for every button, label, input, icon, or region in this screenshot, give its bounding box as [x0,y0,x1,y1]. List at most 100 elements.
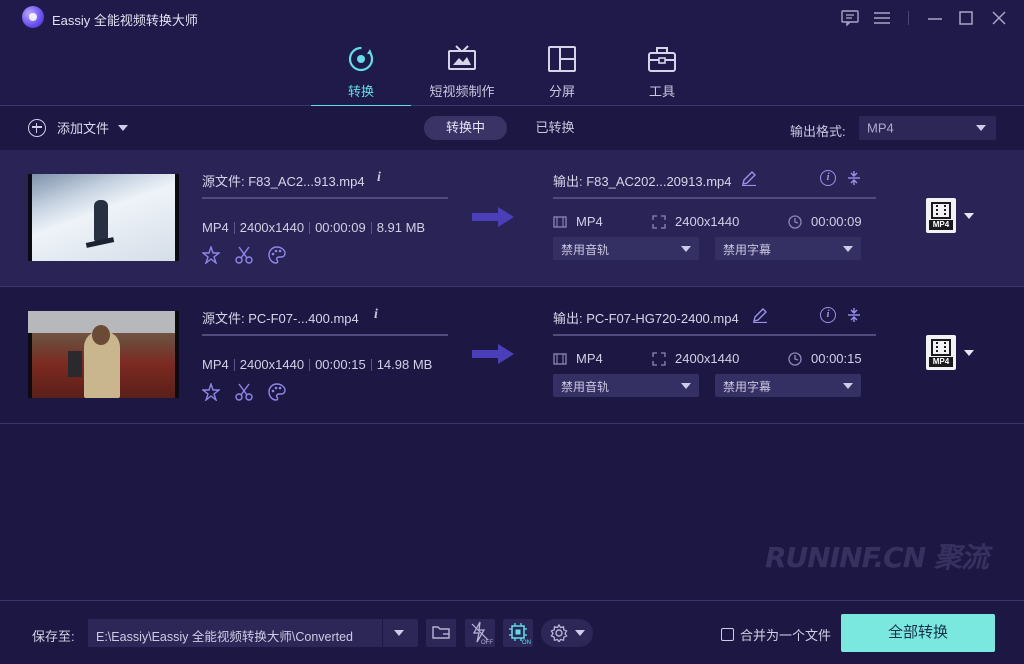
palette-icon[interactable] [268,246,286,264]
open-folder-button[interactable] [426,619,456,647]
rename-icon[interactable] [752,307,768,324]
tab-convert-label: 转换 [347,84,374,99]
gpu-accel-on-button[interactable]: ON [503,619,533,647]
folder-icon [432,624,450,643]
merge-checkbox[interactable]: 合并为一个文件 [721,625,831,644]
info-icon[interactable]: i [374,307,378,323]
output-filename: 输出: F83_AC202...20913.mp4 [553,174,732,189]
convert-icon [345,44,377,74]
tab-mv[interactable]: 短视频制作 [420,36,504,106]
feedback-icon[interactable] [839,7,861,29]
output-duration: 00:00:09 [811,214,862,229]
output-info-icon[interactable]: i [820,307,836,323]
edit-tools [201,381,301,403]
maximize-icon[interactable] [955,7,977,29]
tab-collage-label: 分屏 [548,84,575,99]
title-bar: Eassiy 全能视频转换大师 [0,0,1024,36]
add-file-label: 添加文件 [57,121,110,136]
save-path-value: E:\Eassiy\Eassiy 全能视频转换大师\Converted [96,630,354,644]
main-nav: 转换 短视频制作 分屏 工具 [0,36,1024,107]
video-thumbnail[interactable] [28,311,179,398]
info-icon[interactable]: i [377,170,381,186]
chevron-down-icon[interactable] [964,213,974,219]
chevron-down-icon [681,383,691,389]
output-info-icon[interactable]: i [820,170,836,186]
audio-track-value: 禁用音轨 [561,380,610,394]
output-resolution: 2400x1440 [675,214,740,229]
chevron-down-icon [575,630,585,636]
source-format: MP4 [202,357,229,372]
source-resolution: 2400x1440 [239,357,305,372]
film-icon [931,202,951,219]
divider [202,197,448,199]
add-file-button[interactable]: 添加文件 [28,118,129,137]
subtitle-select[interactable]: 禁用字幕 [715,374,861,397]
source-filename: 源文件: F83_AC2...913.mp4 [202,174,365,189]
checkbox[interactable] [721,628,734,641]
watermark: RUNINF.CN 聚流 [765,541,989,574]
source-meta: MP4 2400x1440 00:00:09 8.91 MB [202,220,425,235]
subtitle-select[interactable]: 禁用字幕 [715,237,861,260]
source-filename: 源文件: PC-F07-...400.mp4 [202,311,359,326]
convert-all-button[interactable]: 全部转换 [841,614,995,652]
enhance-icon[interactable] [201,381,221,403]
compress-icon[interactable] [846,170,862,186]
hw-accel-off-button[interactable]: OFF [465,619,495,647]
source-meta: MP4 2400x1440 00:00:15 14.98 MB [202,357,432,372]
tab-toolbox[interactable]: 工具 [630,36,694,106]
divider [553,197,876,199]
output-format-badge[interactable]: MP4 [926,198,956,233]
tab-convert[interactable]: 转换 [311,36,411,107]
tab-converted[interactable]: 已转换 [520,116,590,140]
palette-icon[interactable] [268,383,286,401]
subtitle-value: 禁用字幕 [723,243,772,257]
video-thumbnail[interactable] [28,174,179,261]
audio-track-select[interactable]: 禁用音轨 [553,374,699,397]
output-filename: 输出: PC-F07-HG720-2400.mp4 [553,311,739,326]
source-size: 14.98 MB [376,357,433,372]
cut-icon[interactable] [235,383,253,401]
divider [553,334,876,336]
output-format-label: 输出格式: [790,124,846,139]
format-badge-label: MP4 [929,357,953,367]
output-format-badge[interactable]: MP4 [926,335,956,370]
file-row[interactable]: 源文件: F83_AC2...913.mp4 i MP4 2400x1440 0… [0,150,1024,287]
source-duration: 00:00:15 [315,357,366,372]
resolution-icon [652,351,666,366]
footer: 保存至: E:\Eassiy\Eassiy 全能视频转换大师\Converted… [0,600,1024,664]
film-icon [931,339,951,356]
app-logo [22,6,44,28]
enhance-icon[interactable] [201,244,221,266]
hw-on-label: ON [522,640,531,646]
tab-converting[interactable]: 转换中 [424,116,507,140]
minimize-icon[interactable] [924,7,946,29]
app-title: Eassiy 全能视频转换大师 [52,13,198,28]
cut-icon[interactable] [235,246,253,264]
menu-icon[interactable] [871,7,893,29]
edit-tools [201,244,301,266]
chevron-down-icon[interactable] [964,350,974,356]
output-format: MP4 [576,214,603,229]
source-resolution: 2400x1440 [239,220,305,235]
output-duration-info: 00:00:15 [788,351,862,366]
file-row[interactable]: 源文件: PC-F07-...400.mp4 i MP4 2400x1440 0… [0,287,1024,424]
audio-track-value: 禁用音轨 [561,243,610,257]
source-duration: 00:00:09 [315,220,366,235]
chevron-down-icon[interactable] [394,630,404,636]
rename-icon[interactable] [741,170,757,187]
convert-arrow-icon [472,206,514,228]
audio-track-select[interactable]: 禁用音轨 [553,237,699,260]
film-icon [553,215,567,229]
save-path-select[interactable]: E:\Eassiy\Eassiy 全能视频转换大师\Converted [88,619,418,647]
output-format-select[interactable]: MP4 [859,116,996,140]
resolution-icon [652,214,666,229]
compress-icon[interactable] [846,307,862,323]
clock-icon [788,351,802,366]
output-resolution-info: 2400x1440 [652,214,739,229]
clock-icon [788,214,802,229]
chevron-down-icon[interactable] [118,124,129,131]
settings-button[interactable] [541,619,593,647]
tab-collage[interactable]: 分屏 [530,36,594,106]
output-format-info: MP4 [553,214,603,229]
close-icon[interactable] [988,7,1010,29]
